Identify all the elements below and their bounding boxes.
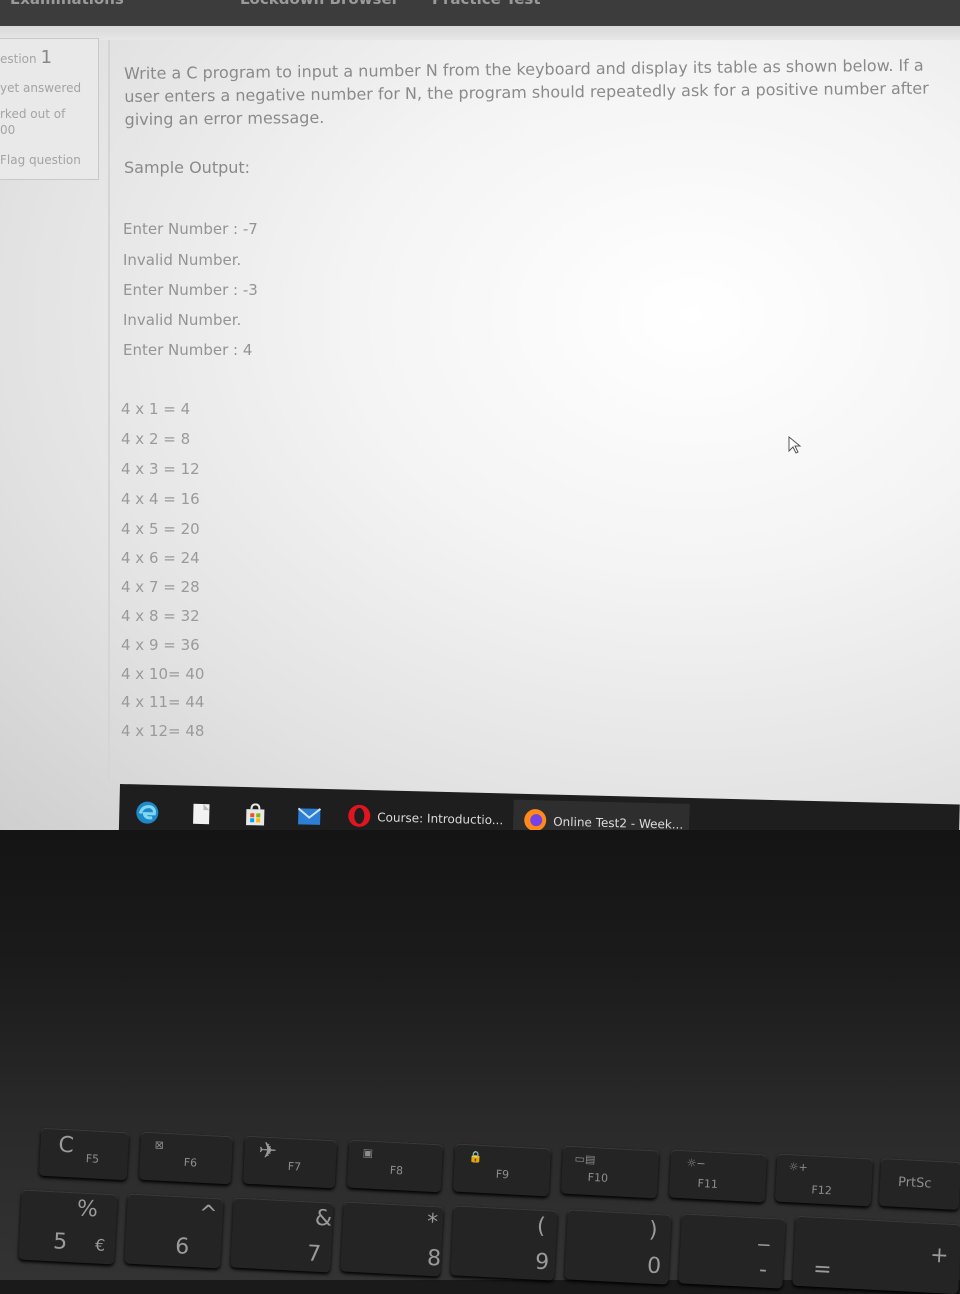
key-9[interactable]: ( 9	[450, 1205, 558, 1281]
laptop-screen: Examinations Lockdown Browser Practice T…	[0, 0, 960, 830]
table-line: 4 x 9 = 36	[121, 636, 200, 654]
key-f12[interactable]: ☼+ F12	[774, 1153, 874, 1207]
mail-icon[interactable]	[297, 804, 322, 829]
firefox-icon	[524, 809, 547, 832]
question-info-panel: estion 1 yet answered rked out of 00 Flag…	[0, 38, 99, 180]
taskbar-app-label: Course: Introductio...	[377, 810, 504, 828]
flag-question-link[interactable]: Flag question	[0, 153, 81, 167]
table-line: 4 x 3 = 12	[121, 460, 200, 478]
edge-icon[interactable]	[135, 800, 160, 825]
question-text: Write a C program to input a number N fr…	[124, 55, 929, 129]
opera-icon	[348, 804, 371, 827]
table-line: 4 x 5 = 20	[121, 520, 200, 538]
key-0[interactable]: ) 0	[564, 1209, 672, 1285]
header-stripe	[0, 26, 960, 40]
key-8[interactable]: * 8	[340, 1201, 444, 1277]
question-number: estion 1	[0, 47, 53, 68]
top-navigation-bar: Examinations Lockdown Browser Practice T…	[0, 0, 960, 26]
table-line: 4 x 10= 40	[121, 665, 205, 683]
io-line: Enter Number : 4	[123, 341, 253, 359]
key-f11[interactable]: ☼− F11	[668, 1149, 768, 1203]
key-f10[interactable]: ▭▤ F10	[560, 1145, 660, 1199]
file-explorer-icon[interactable]	[189, 802, 214, 827]
nav-tab-practice-test[interactable]: Practice Test	[432, 0, 541, 8]
key-6[interactable]: ^ 6	[124, 1193, 224, 1269]
question-content: Write a C program to input a number N fr…	[108, 40, 960, 780]
table-line: 4 x 1 = 4	[121, 400, 191, 418]
io-line: Enter Number : -3	[123, 281, 258, 299]
key-f7[interactable]: ✈ F7	[242, 1135, 338, 1189]
question-status: yet answered	[0, 81, 82, 95]
table-line: 4 x 2 = 8	[121, 430, 191, 448]
mouse-cursor-icon	[788, 436, 802, 454]
nav-tab-lockdown-browser[interactable]: Lockdown Browser	[240, 0, 399, 8]
key-7[interactable]: & 7	[230, 1197, 334, 1273]
table-line: 4 x 11= 44	[121, 693, 205, 711]
io-line: Invalid Number.	[123, 311, 242, 329]
question-marks-label: rked out of	[0, 107, 66, 121]
io-line: Enter Number : -7	[123, 220, 258, 238]
store-icon[interactable]	[243, 803, 268, 828]
io-line: Invalid Number.	[123, 251, 242, 269]
sample-output-label: Sample Output:	[124, 158, 251, 177]
key-prtsc[interactable]: PrtSc	[878, 1157, 960, 1211]
key-f9[interactable]: 🔒 F9	[452, 1143, 552, 1197]
nav-tab-examinations[interactable]: Examinations	[10, 0, 124, 8]
laptop-keyboard: C F5 ⊠ F6 ✈ F7 ▣ F8 🔒 F9 ▭▤ F10 ☼− F11 ☼+ F12 Pr…	[0, 830, 960, 1294]
table-line: 4 x 7 = 28	[121, 578, 200, 596]
question-marks-value: 00	[0, 123, 16, 137]
key-f5[interactable]: C F5	[38, 1127, 130, 1181]
table-line: 4 x 6 = 24	[121, 549, 200, 567]
table-line: 4 x 4 = 16	[121, 490, 200, 508]
key-minus[interactable]: _ -	[678, 1213, 786, 1289]
key-5[interactable]: % 5 €	[18, 1189, 118, 1265]
key-equals[interactable]: + =	[792, 1215, 960, 1294]
table-line: 4 x 8 = 32	[121, 607, 200, 625]
key-f6[interactable]: ⊠ F6	[138, 1131, 234, 1185]
table-line: 4 x 12= 48	[121, 722, 205, 740]
key-f8[interactable]: ▣ F8	[346, 1139, 444, 1193]
